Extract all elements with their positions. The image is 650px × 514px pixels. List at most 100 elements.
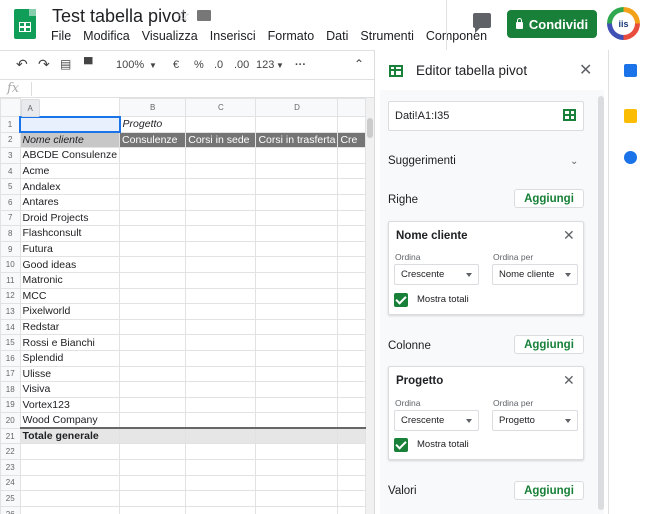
cell[interactable]: [119, 162, 187, 180]
cell[interactable]: [119, 396, 187, 414]
cell[interactable]: [337, 287, 366, 305]
cell[interactable]: [337, 147, 366, 164]
cell[interactable]: [185, 365, 257, 383]
cell[interactable]: [119, 209, 187, 227]
cell[interactable]: Andalex: [19, 178, 121, 195]
cell[interactable]: [337, 240, 366, 258]
close-icon[interactable]: ✕: [579, 60, 592, 80]
cell[interactable]: Ulisse: [19, 365, 121, 383]
menu-addons[interactable]: Componen: [420, 29, 493, 45]
cell[interactable]: [337, 381, 366, 398]
cell[interactable]: Wood Company: [19, 412, 121, 429]
cell[interactable]: [255, 209, 339, 227]
cell[interactable]: [255, 147, 339, 164]
cell[interactable]: [119, 178, 187, 195]
add-value-button[interactable]: Aggiungi: [514, 481, 584, 500]
cell[interactable]: ABCDE Consulenze: [19, 147, 121, 164]
cell[interactable]: [255, 396, 339, 414]
zoom-select[interactable]: 100%: [116, 59, 144, 71]
cell[interactable]: [185, 474, 257, 492]
tasks-icon[interactable]: [624, 151, 637, 164]
column-header[interactable]: B: [119, 98, 187, 117]
sort-by-select[interactable]: Nome cliente: [492, 264, 578, 285]
cell[interactable]: [185, 505, 257, 514]
row-header[interactable]: 16: [0, 349, 21, 367]
cell[interactable]: [337, 162, 366, 180]
decrease-decimals-button[interactable]: .0: [214, 59, 223, 71]
vertical-scrollbar[interactable]: [366, 98, 374, 514]
cell[interactable]: [119, 256, 187, 273]
cell[interactable]: [185, 256, 257, 273]
cell[interactable]: Redstar: [19, 318, 121, 336]
cell[interactable]: [119, 490, 187, 507]
document-title[interactable]: Test tabella pivot: [52, 6, 186, 27]
cell[interactable]: [185, 334, 257, 351]
cell[interactable]: [185, 162, 257, 180]
cell[interactable]: [185, 412, 257, 429]
row-header[interactable]: 12: [0, 287, 21, 305]
collapse-icon[interactable]: ⌃: [354, 57, 364, 71]
cell[interactable]: [337, 490, 366, 507]
cell[interactable]: [119, 459, 187, 476]
cell[interactable]: [337, 334, 366, 351]
cell[interactable]: [119, 365, 187, 383]
menu-format[interactable]: Formato: [262, 29, 321, 45]
formula-bar[interactable]: [0, 80, 374, 98]
row-header[interactable]: 1: [0, 116, 21, 133]
select-range-icon[interactable]: [563, 109, 576, 121]
column-header[interactable]: [337, 98, 366, 117]
folder-icon[interactable]: [197, 10, 211, 21]
corner-cell[interactable]: [0, 98, 21, 117]
suggestions-label[interactable]: Suggerimenti: [388, 155, 456, 167]
cell[interactable]: [337, 318, 366, 336]
row-header[interactable]: 13: [0, 303, 21, 320]
row-header[interactable]: 22: [0, 443, 21, 461]
cell[interactable]: [255, 193, 339, 211]
cell[interactable]: [337, 474, 366, 492]
more-button[interactable]: ···: [295, 59, 306, 71]
cell[interactable]: [119, 505, 187, 514]
chevron-down-icon[interactable]: ▼: [276, 61, 284, 70]
row-header[interactable]: 2: [0, 131, 21, 149]
cell[interactable]: [119, 443, 187, 461]
chevron-down-icon[interactable]: ▼: [149, 61, 157, 70]
row-header[interactable]: 6: [0, 193, 21, 211]
row-header[interactable]: 18: [0, 381, 21, 398]
cell[interactable]: [119, 225, 187, 242]
percent-button[interactable]: %: [194, 59, 204, 71]
sort-by-select[interactable]: Progetto: [492, 410, 578, 431]
cell[interactable]: [185, 349, 257, 367]
cell[interactable]: [337, 505, 366, 514]
calendar-icon[interactable]: [624, 64, 637, 77]
cell[interactable]: [255, 427, 339, 445]
cell[interactable]: [337, 271, 366, 289]
sort-order-select[interactable]: Crescente: [394, 264, 479, 285]
paint-format-icon[interactable]: ▀: [84, 57, 93, 71]
row-header[interactable]: 15: [0, 334, 21, 351]
cell[interactable]: [337, 116, 366, 133]
chevron-down-icon[interactable]: ⌄: [570, 156, 578, 167]
cell[interactable]: [337, 443, 366, 461]
cell[interactable]: [255, 505, 339, 514]
cell[interactable]: [119, 427, 187, 445]
cell[interactable]: [185, 459, 257, 476]
cell[interactable]: Flashconsult: [19, 225, 121, 242]
cell[interactable]: [119, 334, 187, 351]
cell[interactable]: [185, 427, 257, 445]
print-icon[interactable]: ▤: [60, 57, 71, 71]
cell[interactable]: [119, 271, 187, 289]
row-header[interactable]: 19: [0, 396, 21, 414]
cell[interactable]: Consulenze: [119, 131, 187, 149]
row-header[interactable]: 5: [0, 178, 21, 195]
cell[interactable]: Acme: [19, 162, 121, 180]
row-header[interactable]: 14: [0, 318, 21, 336]
cell[interactable]: [119, 349, 187, 367]
menu-file[interactable]: File: [45, 29, 77, 45]
row-header[interactable]: 20: [0, 412, 21, 429]
cell[interactable]: [119, 240, 187, 258]
cell[interactable]: Vortex123: [19, 396, 121, 414]
show-totals-checkbox[interactable]: [394, 293, 408, 307]
row-header[interactable]: 21: [0, 427, 21, 445]
row-header[interactable]: 3: [0, 147, 21, 164]
increase-decimals-button[interactable]: .00: [234, 59, 249, 71]
